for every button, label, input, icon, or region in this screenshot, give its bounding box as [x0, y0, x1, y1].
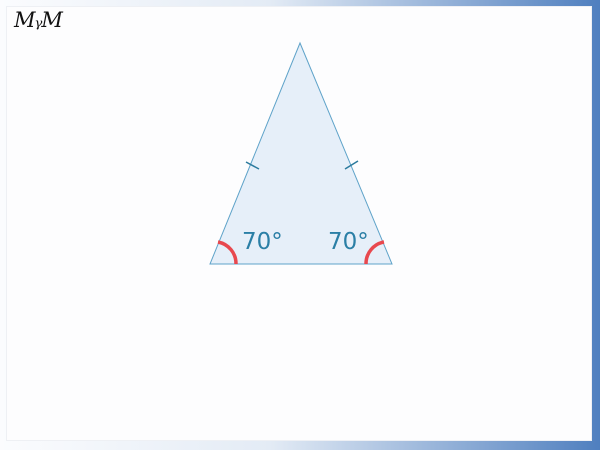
angle-label-right: 70° [328, 229, 369, 255]
angle-label-left: 70° [242, 229, 283, 255]
triangle-diagram: 70° 70° [209, 41, 393, 265]
slide-frame: MᵧM 70° 70° [0, 0, 600, 450]
